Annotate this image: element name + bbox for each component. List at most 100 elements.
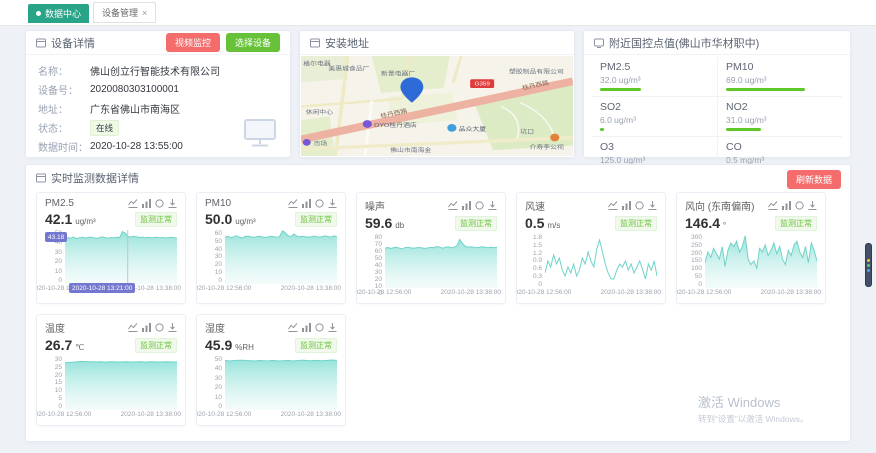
sensor-chart-card: 噪声 59.6 db 监测正常 8	[356, 192, 506, 304]
svg-text:G359: G359	[474, 82, 489, 87]
line-chart-icon[interactable]	[128, 199, 138, 208]
bar-chart-icon[interactable]	[462, 201, 471, 210]
map-label: 美惠城食品厂	[328, 64, 369, 72]
map[interactable]: 桂丹西路 桂丹西路 G359 格尔电器 美惠城食品厂 新景电器厂 塑胶制品有限公…	[301, 56, 573, 156]
chart-unit: db	[395, 221, 404, 230]
refresh-data-button[interactable]: 刷新数据	[787, 170, 841, 189]
x-axis-end-label: 2020-10-28 13:38:00	[601, 289, 661, 296]
line-chart-icon[interactable]	[448, 201, 458, 210]
map-label: 介寿李公祠	[530, 143, 564, 151]
status-badge: 监测正常	[615, 216, 657, 231]
field-value: 广东省佛山市南海区	[90, 101, 180, 116]
tooltip-x-value: 2020-10-28 13:21:00	[69, 283, 135, 293]
x-axis-end-label: 2020-10-28 13:38:00	[281, 285, 341, 292]
download-icon[interactable]	[328, 199, 337, 208]
tab-data-center[interactable]: 数据中心	[28, 4, 89, 23]
download-icon[interactable]	[808, 201, 817, 210]
field-value: 在线	[90, 120, 119, 136]
refresh-icon[interactable]	[475, 201, 484, 210]
metric-name: PM10	[726, 61, 834, 73]
bar-chart-icon[interactable]	[302, 323, 311, 332]
download-icon[interactable]	[328, 323, 337, 332]
x-axis-start-label: 2020-10-28 12:56:00	[196, 411, 251, 418]
map-label: 佛山市南海金	[390, 146, 432, 154]
y-axis: 50403020100	[205, 356, 225, 410]
map-label: 休闲中心	[306, 108, 334, 116]
download-icon[interactable]	[168, 199, 177, 208]
refresh-icon[interactable]	[635, 201, 644, 210]
close-icon[interactable]: ×	[142, 8, 147, 18]
map-label: 格尔电器	[303, 59, 331, 67]
tab-label: 设备管理	[102, 6, 138, 19]
x-axis-start-label: 2020-10-28 12:56:00	[36, 411, 91, 418]
chart-value: 26.7	[45, 337, 72, 353]
x-axis-end-label: 2020-10-28 13:38:00	[121, 411, 181, 418]
sensor-chart-card: PM10 50.0 ug/m³ 监测正常	[196, 192, 346, 304]
status-badge: 监测正常	[135, 212, 177, 227]
sensor-chart-card: 湿度 45.9 %RH 监测正常	[196, 314, 346, 426]
line-chart-icon[interactable]	[288, 323, 298, 332]
sparkline-chart	[705, 234, 817, 288]
floating-widget[interactable]	[865, 243, 872, 287]
download-icon[interactable]	[168, 323, 177, 332]
status-badge: 监测正常	[135, 338, 177, 353]
line-chart-icon[interactable]	[608, 201, 618, 210]
bar-chart-icon[interactable]	[782, 201, 791, 210]
refresh-icon[interactable]	[315, 323, 324, 332]
chart-title: 湿度	[205, 320, 288, 335]
metric-value: 69.0 ug/m³	[726, 75, 834, 85]
metric-cell: PM2.5 32.0 ug/m³	[592, 57, 717, 97]
line-chart-icon[interactable]	[768, 201, 778, 210]
line-chart-icon[interactable]	[288, 199, 298, 208]
map-temple-icon	[550, 134, 559, 142]
map-label: OYO桂丹酒店	[374, 120, 417, 128]
x-axis-start-label: 2020-10-28 12:56:00	[356, 289, 411, 296]
bar-chart-icon[interactable]	[142, 199, 151, 208]
tab-device-management[interactable]: 设备管理 ×	[93, 2, 156, 23]
panel-icon	[36, 173, 46, 183]
map-label: 新景电器厂	[381, 69, 415, 77]
metric-name: CO	[726, 141, 834, 153]
y-axis: 80706050403020100	[365, 234, 385, 288]
monitor-icon	[242, 117, 278, 149]
bar-chart-icon[interactable]	[142, 323, 151, 332]
install-address-card: 安装地址	[299, 30, 575, 158]
bar-chart-icon[interactable]	[302, 199, 311, 208]
field-value: 2020080303100001	[90, 84, 179, 95]
line-chart-icon[interactable]	[128, 323, 138, 332]
bar-chart-icon[interactable]	[622, 201, 631, 210]
refresh-icon[interactable]	[315, 199, 324, 208]
y-axis: 1.81.51.20.90.60.30	[525, 234, 545, 288]
tab-bar: 数据中心 设备管理 ×	[0, 0, 876, 26]
chart-unit: ℃	[75, 343, 84, 352]
refresh-icon[interactable]	[795, 201, 804, 210]
refresh-icon[interactable]	[155, 323, 164, 332]
chart-value: 42.1	[45, 211, 72, 227]
map-label: 塑胶制品有限公司	[509, 67, 564, 75]
y-axis: 6050403020100	[205, 230, 225, 284]
sensor-chart-card: 温度 26.7 ℃ 监测正常 30	[36, 314, 186, 426]
chart-unit: %RH	[235, 343, 254, 352]
chart-title: 温度	[45, 320, 128, 335]
map-label: 品众大厦	[459, 124, 487, 132]
metric-name: PM2.5	[600, 61, 709, 73]
chart-value: 50.0	[205, 211, 232, 227]
map-market-icon	[303, 139, 311, 146]
map-hotel-icon	[363, 120, 372, 128]
metric-cell: SO2 6.0 ug/m³	[592, 97, 717, 137]
y-axis: 302520151050	[45, 356, 65, 410]
device-field-row: 设备号： 2020080303100001	[38, 80, 278, 99]
refresh-icon[interactable]	[155, 199, 164, 208]
sparkline-chart	[385, 234, 497, 288]
video-monitor-button[interactable]: 视频监控	[166, 33, 220, 52]
select-device-button[interactable]: 选择设备	[226, 33, 280, 52]
tooltip-y-value: 43.18	[45, 232, 67, 242]
chart-unit: ug/m³	[235, 217, 255, 226]
download-icon[interactable]	[488, 201, 497, 210]
download-icon[interactable]	[648, 201, 657, 210]
chart-unit: m/s	[547, 221, 560, 230]
field-label: 地址：	[38, 101, 90, 116]
panel-icon	[594, 38, 604, 48]
map-tower-icon	[447, 124, 456, 132]
tab-active-dot	[36, 11, 41, 16]
